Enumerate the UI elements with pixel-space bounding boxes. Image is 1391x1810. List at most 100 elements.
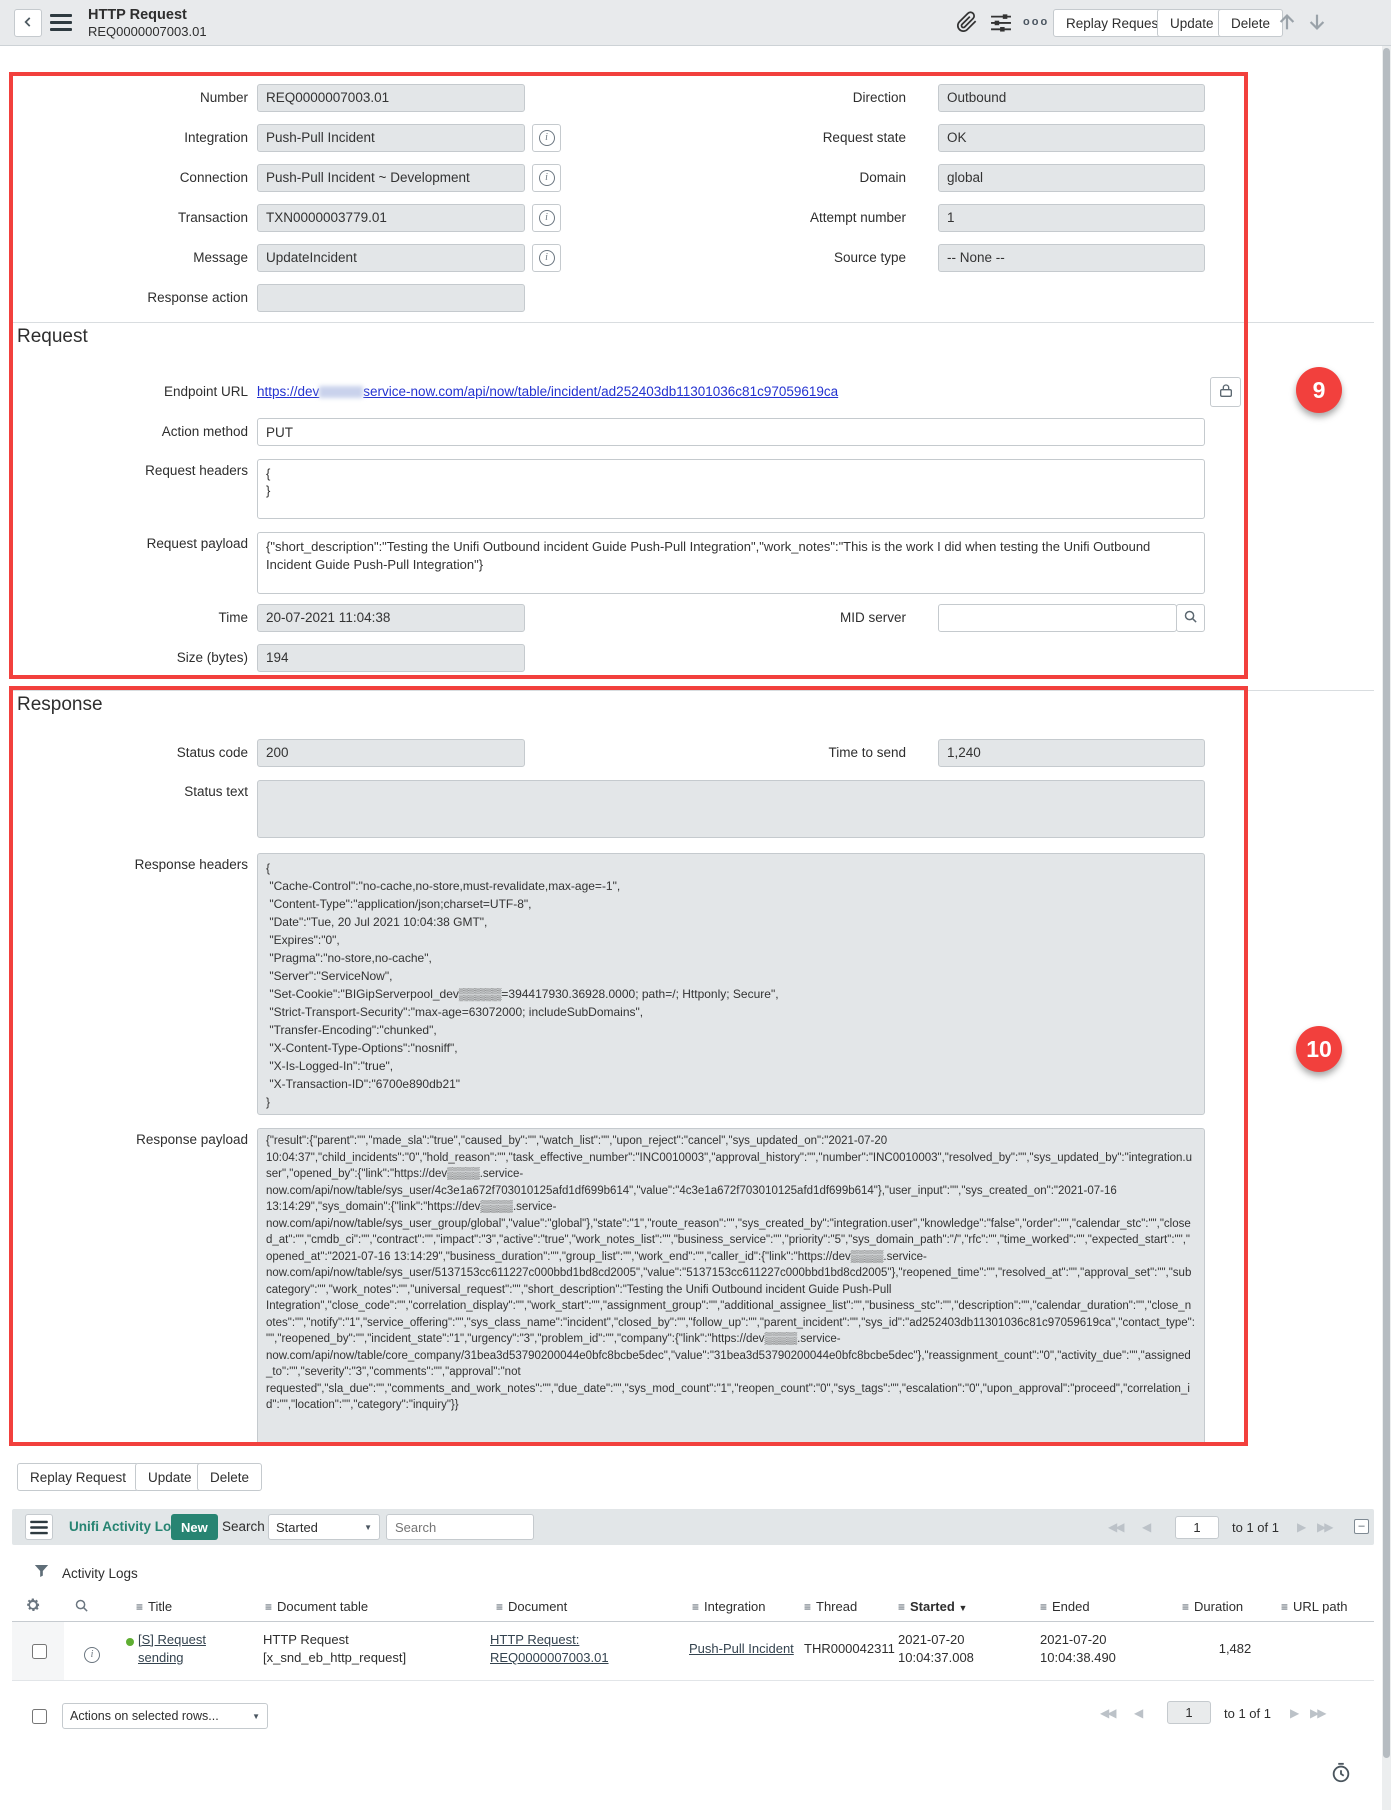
column-menu-icon: ≡ — [1040, 1600, 1047, 1614]
list-search-icon[interactable] — [74, 1598, 89, 1616]
size-bytes-field: 194 — [257, 644, 525, 672]
delete-button[interactable]: Delete — [1218, 9, 1283, 37]
column-menu-icon: ≡ — [1281, 1600, 1288, 1614]
personalize-form-icon[interactable] — [990, 13, 1012, 35]
form-header-bar: HTTP Request REQ0000007003.01 ooo Replay… — [0, 0, 1391, 46]
column-header-document-table[interactable]: ≡Document table — [265, 1599, 368, 1614]
actions-dropdown[interactable]: Actions on selected rows... ▼ — [62, 1703, 268, 1729]
column-header-ended[interactable]: ≡Ended — [1040, 1599, 1090, 1614]
response-headers-label: Response headers — [18, 857, 248, 872]
collapse-list-icon[interactable]: – — [1354, 1519, 1369, 1534]
pager-last-icon[interactable]: ▶▶ — [1317, 1520, 1331, 1534]
column-menu-icon: ≡ — [898, 1600, 905, 1614]
endpoint-url-link[interactable]: https://devservice-now.com/api/now/table… — [257, 384, 838, 399]
status-code-field: 200 — [257, 739, 525, 767]
lock-button[interactable] — [1210, 377, 1241, 407]
attachment-icon[interactable] — [956, 11, 978, 36]
action-method-input[interactable] — [257, 418, 1205, 446]
footer-update-button[interactable]: Update — [135, 1463, 205, 1491]
row-preview-button[interactable]: i — [84, 1645, 100, 1663]
list-search-input[interactable] — [386, 1514, 534, 1540]
hamburger-icon — [30, 1520, 48, 1534]
response-headers-box: { "Cache-Control":"no-cache,no-store,mus… — [257, 853, 1205, 1115]
direction-label: Direction — [656, 90, 906, 105]
column-header-document[interactable]: ≡Document — [496, 1599, 567, 1614]
direction-field: Outbound — [938, 84, 1205, 112]
footer-delete-button[interactable]: Delete — [197, 1463, 262, 1491]
column-header-duration[interactable]: ≡Duration — [1182, 1599, 1243, 1614]
pager-prev-icon[interactable]: ◀ — [1134, 1706, 1141, 1720]
timer-icon[interactable] — [1330, 1762, 1352, 1787]
column-header-integration[interactable]: ≡Integration — [692, 1599, 765, 1614]
request-payload-textarea[interactable]: {"short_description":"Testing the Unifi … — [257, 532, 1205, 594]
pager-first-icon[interactable]: ◀◀ — [1100, 1706, 1114, 1720]
transaction-preview-button[interactable]: i — [532, 204, 561, 232]
size-bytes-label: Size (bytes) — [18, 650, 248, 665]
column-header-started-sorted[interactable]: ≡Started ▼ — [898, 1599, 967, 1614]
list-context-menu-button[interactable] — [25, 1514, 53, 1540]
scrollbar-thumb[interactable] — [1383, 48, 1390, 1758]
info-icon: i — [84, 1647, 100, 1663]
response-action-label: Response action — [18, 290, 248, 305]
column-header-title[interactable]: ≡Title — [136, 1599, 172, 1614]
mid-server-lookup-button[interactable] — [1176, 604, 1205, 632]
page-title: HTTP Request — [88, 7, 207, 24]
pager-next-icon[interactable]: ▶ — [1290, 1706, 1297, 1720]
more-options-icon[interactable]: ooo — [1023, 16, 1049, 28]
new-record-button[interactable]: New — [171, 1514, 218, 1540]
row-divider — [12, 1680, 1374, 1681]
connection-label: Connection — [18, 170, 248, 185]
response-action-field — [257, 284, 525, 312]
pager-page-input[interactable] — [1175, 1516, 1219, 1539]
request-headers-textarea[interactable]: { } — [257, 459, 1205, 519]
source-type-label: Source type — [656, 250, 906, 265]
connection-preview-button[interactable]: i — [532, 164, 561, 192]
response-section-title: Response — [17, 694, 103, 716]
next-record-icon[interactable] — [1306, 11, 1328, 36]
message-preview-button[interactable]: i — [532, 244, 561, 272]
search-field-dropdown[interactable]: Started ▼ — [268, 1514, 380, 1540]
endpoint-url-suffix: service-now.com/api/now/table/incident/a… — [363, 384, 838, 399]
pager-page-input[interactable] — [1167, 1701, 1211, 1724]
column-header-divider — [12, 1621, 1374, 1622]
previous-record-icon[interactable] — [1276, 11, 1298, 36]
filter-icon[interactable] — [33, 1563, 50, 1582]
row-checkbox[interactable] — [32, 1644, 47, 1659]
info-icon: i — [539, 130, 555, 146]
integration-label: Integration — [18, 130, 248, 145]
pager-range-text: to 1 of 1 — [1232, 1520, 1279, 1535]
status-text-box — [257, 780, 1205, 838]
row-title-link[interactable]: [S] Request sending — [138, 1631, 224, 1667]
status-code-label: Status code — [18, 745, 248, 760]
request-payload-label: Request payload — [18, 536, 248, 551]
time-to-send-label: Time to send — [656, 745, 906, 760]
select-all-checkbox[interactable] — [32, 1709, 47, 1724]
column-menu-icon: ≡ — [496, 1600, 503, 1614]
related-list-title-link[interactable]: Unifi Activity Logs — [69, 1519, 187, 1534]
footer-replay-request-button[interactable]: Replay Request — [17, 1463, 139, 1491]
transaction-field: TXN0000003779.01 — [257, 204, 525, 232]
context-menu-icon[interactable] — [50, 14, 72, 35]
related-list-header-bar: Unifi Activity Logs New Search Started ▼… — [12, 1509, 1374, 1545]
column-header-thread[interactable]: ≡Thread — [804, 1599, 857, 1614]
update-button[interactable]: Update — [1157, 9, 1227, 37]
search-icon — [1183, 609, 1198, 627]
pager-last-icon[interactable]: ▶▶ — [1310, 1706, 1324, 1720]
column-header-url-path[interactable]: ≡URL path — [1281, 1599, 1347, 1614]
pager-prev-icon[interactable]: ◀ — [1142, 1520, 1149, 1534]
time-label: Time — [18, 610, 248, 625]
request-state-field: OK — [938, 124, 1205, 152]
mid-server-input[interactable] — [938, 604, 1177, 632]
time-field: 20-07-2021 11:04:38 — [257, 604, 525, 632]
pager-next-icon[interactable]: ▶ — [1297, 1520, 1304, 1534]
pager-first-icon[interactable]: ◀◀ — [1108, 1520, 1122, 1534]
section-divider — [12, 690, 1374, 691]
record-title-block: HTTP Request REQ0000007003.01 — [88, 7, 207, 40]
gear-icon[interactable] — [24, 1596, 42, 1617]
back-button[interactable] — [14, 9, 42, 37]
column-menu-icon: ≡ — [136, 1600, 143, 1614]
row-integration-link[interactable]: Push-Pull Incident — [689, 1640, 814, 1658]
integration-preview-button[interactable]: i — [532, 124, 561, 152]
info-icon: i — [539, 170, 555, 186]
row-document-link[interactable]: HTTP Request: REQ0000007003.01 — [490, 1631, 622, 1667]
